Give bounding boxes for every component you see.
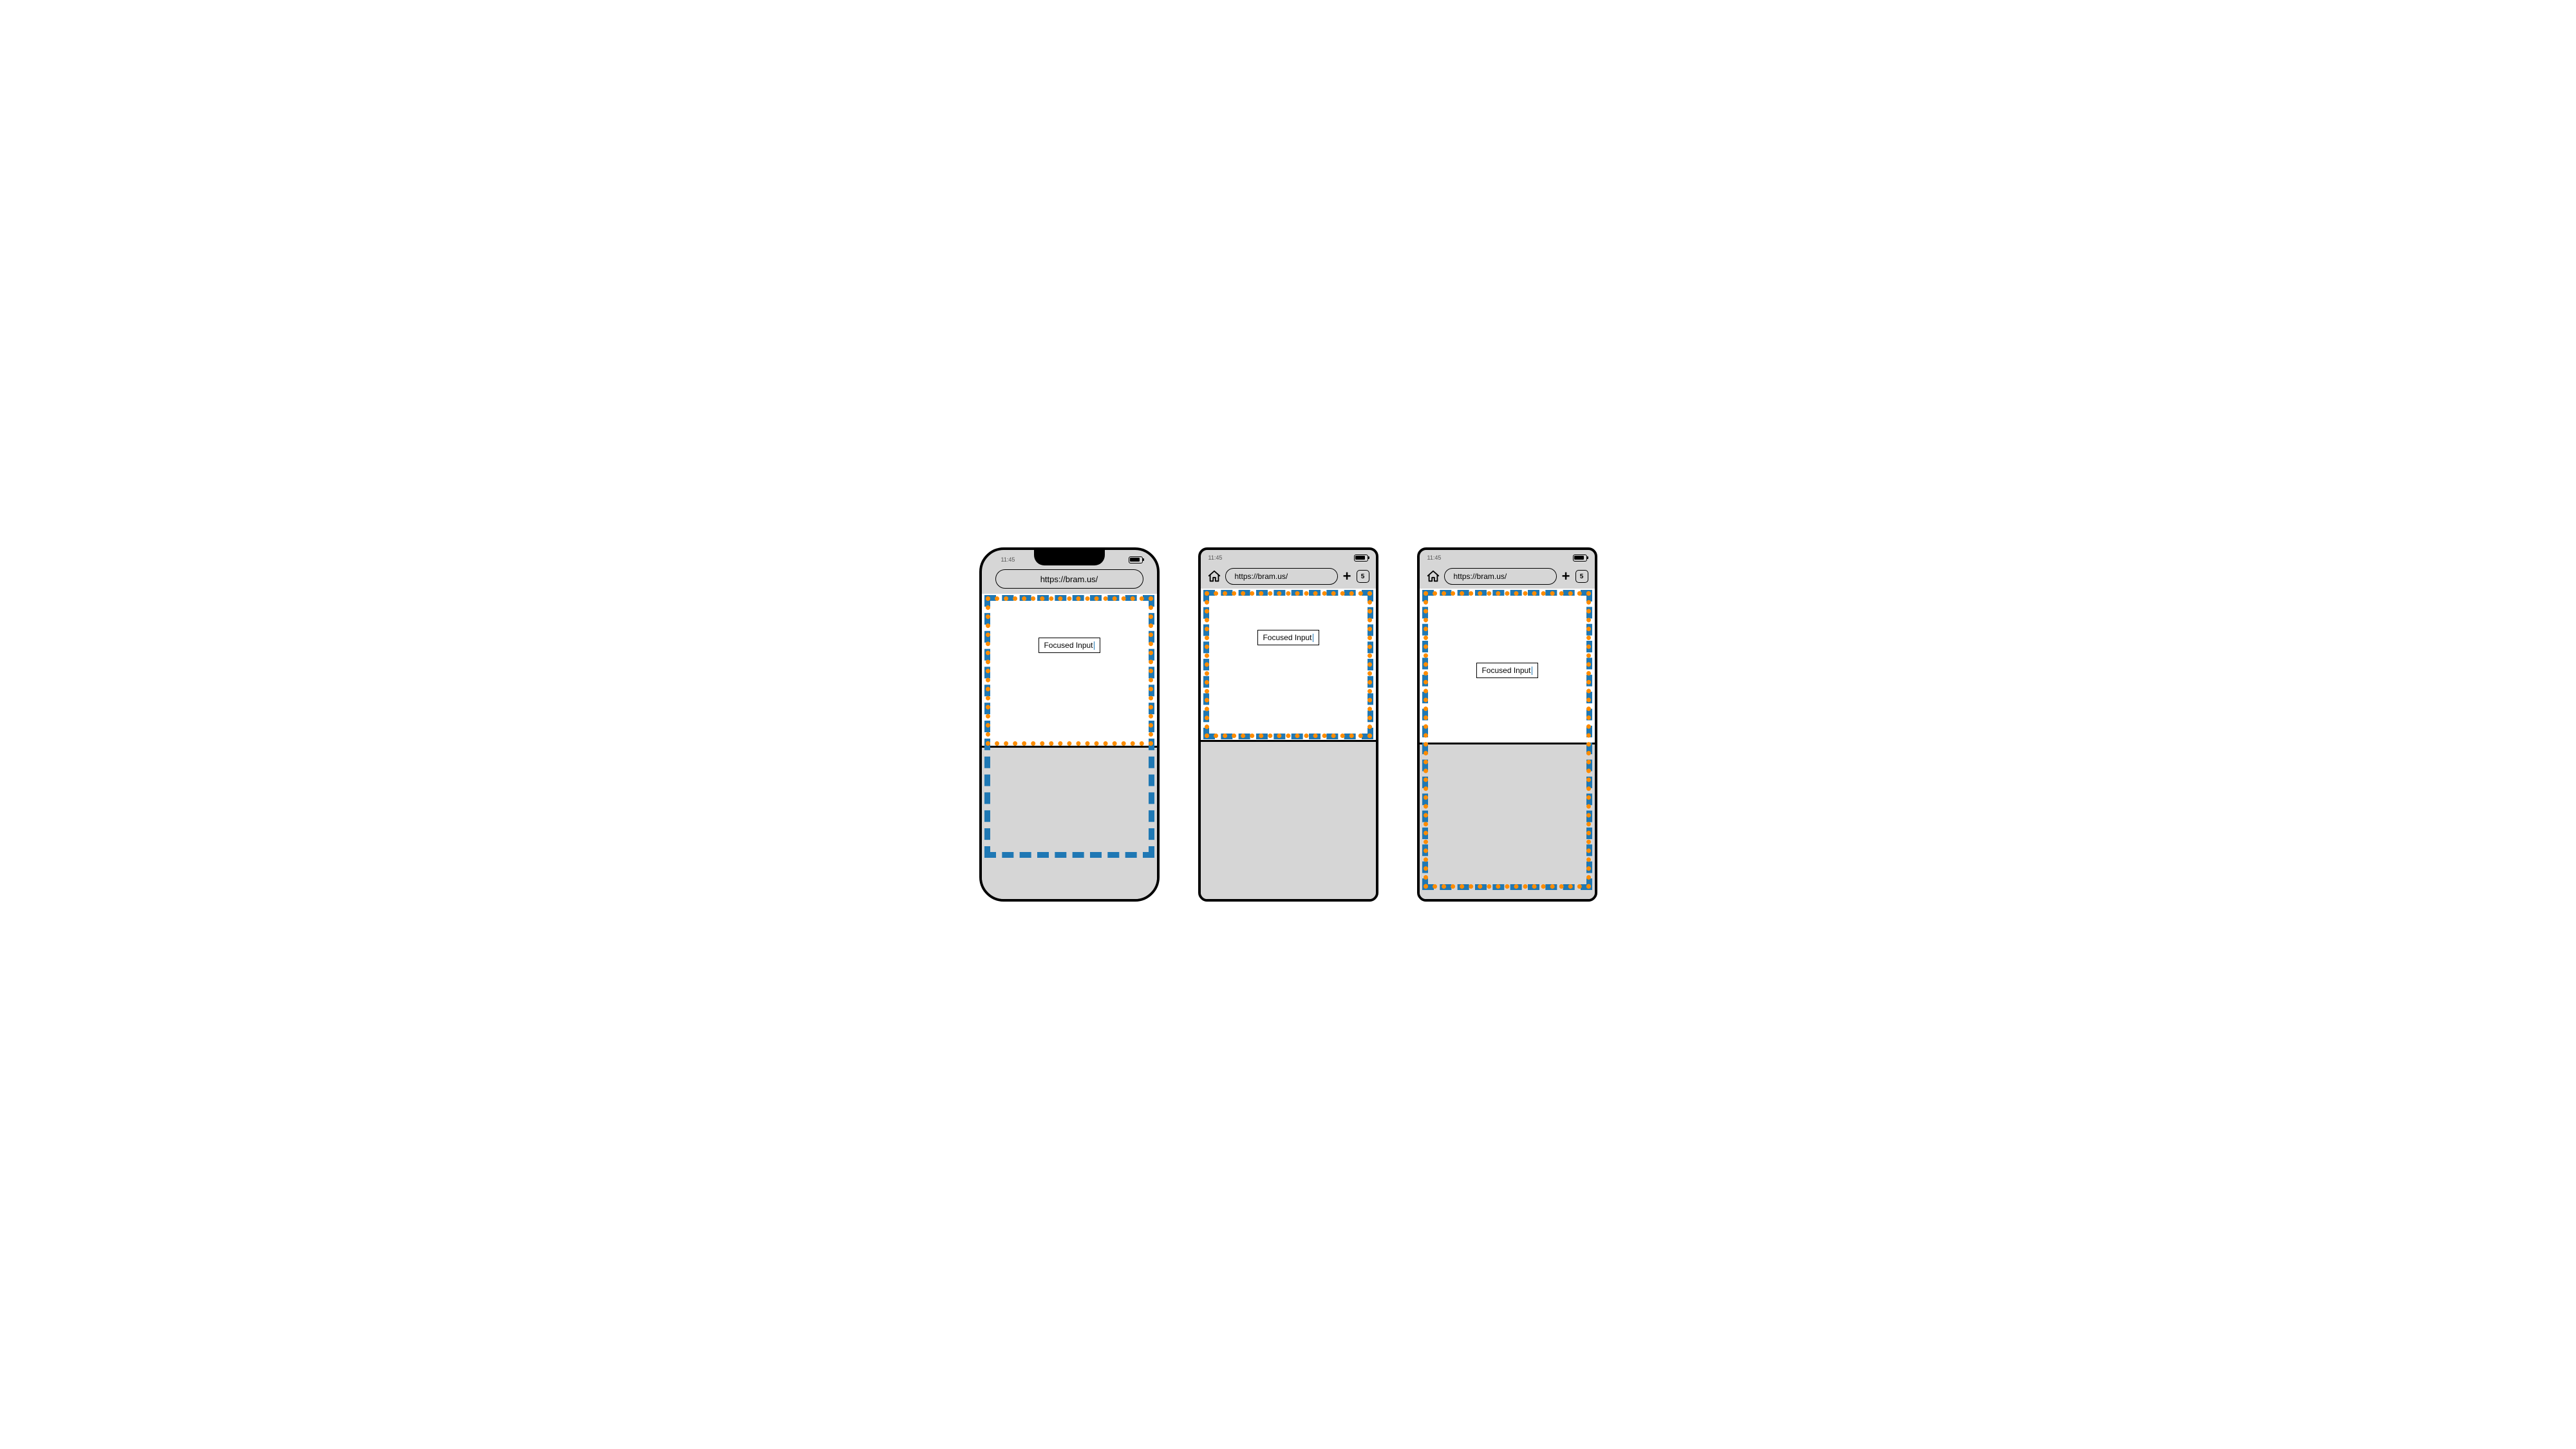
url-text: https://bram.us/	[1454, 572, 1507, 581]
virtual-keyboard[interactable]	[982, 750, 1157, 899]
status-bar: 11:45	[1420, 550, 1595, 564]
home-icon[interactable]	[1207, 569, 1221, 583]
battery-icon	[1573, 554, 1587, 562]
new-tab-button[interactable]: +	[1561, 569, 1572, 583]
input-value: Focused Input	[1044, 641, 1093, 650]
status-time: 11:45	[1208, 554, 1223, 561]
focused-text-input[interactable]: Focused Input	[1038, 638, 1100, 653]
url-bar[interactable]: https://bram.us/	[995, 569, 1143, 589]
new-tab-button[interactable]: +	[1342, 569, 1353, 583]
page-content-area	[1201, 589, 1376, 742]
url-text: https://bram.us/	[1040, 574, 1098, 584]
tab-switcher-button[interactable]: 5	[1357, 570, 1369, 583]
browser-toolbar: https://bram.us/	[982, 567, 1157, 597]
home-icon[interactable]	[1426, 569, 1440, 583]
input-value: Focused Input	[1263, 633, 1312, 642]
battery-icon	[1129, 556, 1143, 564]
input-value: Focused Input	[1481, 666, 1530, 675]
page-content-area	[982, 594, 1157, 748]
text-caret	[1094, 641, 1095, 650]
status-time: 11:45	[1427, 554, 1442, 561]
phone-mockup-2: 11:45 https://bram.us/ +5 Focused Input	[1198, 547, 1378, 902]
tab-switcher-button[interactable]: 5	[1575, 570, 1588, 583]
status-time: 11:45	[1001, 556, 1015, 563]
tab-count: 5	[1361, 573, 1365, 580]
virtual-keyboard[interactable]	[1420, 746, 1595, 899]
phone-mockup-3: 11:45 https://bram.us/ +5 Focused Input	[1417, 547, 1597, 902]
notch	[1034, 550, 1105, 565]
virtual-keyboard[interactable]	[1201, 744, 1376, 899]
phone-mockup-1: 11:45 https://bram.us/Focused Input	[979, 547, 1160, 902]
url-bar[interactable]: https://bram.us/	[1225, 568, 1338, 585]
status-bar: 11:45	[1201, 550, 1376, 564]
url-text: https://bram.us/	[1235, 572, 1288, 581]
focused-text-input[interactable]: Focused Input	[1476, 663, 1537, 678]
focused-text-input[interactable]: Focused Input	[1257, 630, 1319, 645]
url-bar[interactable]: https://bram.us/	[1444, 568, 1557, 585]
tab-count: 5	[1580, 573, 1584, 580]
battery-icon	[1354, 554, 1368, 562]
